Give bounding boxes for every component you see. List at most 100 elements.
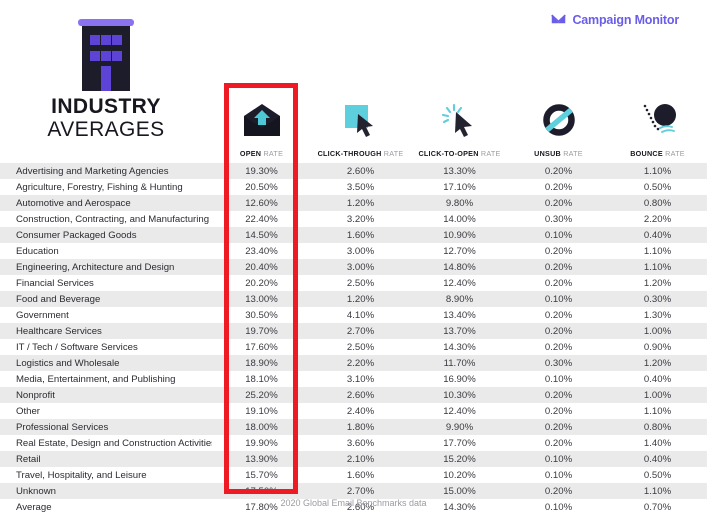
open-envelope-icon [241, 97, 283, 143]
click-through-rate-cell: 2.50% [346, 277, 375, 289]
click-to-open-rate-cell: 17.70% [443, 437, 476, 449]
table-row: Professional Services 18.00% 1.80% 9.90% 0.2… [0, 419, 707, 435]
footer-source-text: 2020 Global Email Benchmarks data [280, 498, 427, 508]
brand-name: Campaign Monitor [572, 12, 679, 27]
industry-name-cell: Financial Services [16, 277, 94, 289]
unsub-rate-cell: 0.20% [544, 389, 573, 401]
open-rate-cell: 19.70% [245, 325, 278, 337]
click-through-rate-cell: 2.70% [346, 325, 375, 337]
cursor-click-burst-icon [438, 97, 482, 143]
table-row: Consumer Packaged Goods 14.50% 1.60% 10.90%… [0, 227, 707, 243]
click-to-open-rate-cell: 13.30% [443, 165, 476, 177]
page-subtitle: AVERAGES [47, 117, 165, 141]
click-to-open-rate-cell: 14.30% [443, 341, 476, 353]
bounce-rate-cell: 0.50% [643, 469, 672, 481]
table-row: Construction, Contracting, and Manufactu… [0, 211, 707, 227]
unsub-rate-cell: 0.20% [544, 309, 573, 321]
bounce-rate-cell: 0.80% [643, 197, 672, 209]
click-to-open-rate-cell: 14.00% [443, 213, 476, 225]
table-row: Unknown 17.50% 2.70% 15.00% 0.20% 1.10% [0, 483, 707, 499]
unsub-rate-cell: 0.20% [544, 341, 573, 353]
unsub-rate-cell: 0.20% [544, 165, 573, 177]
column-header-unsub-rate: UNSUB RATE [509, 86, 608, 158]
click-to-open-rate-cell: 12.70% [443, 245, 476, 257]
bounce-rate-cell: 1.20% [643, 277, 672, 289]
open-rate-cell: 20.40% [245, 261, 278, 273]
office-building-icon [78, 19, 134, 91]
industry-name-cell: Advertising and Marketing Agencies [16, 165, 169, 177]
industry-name-cell: Agriculture, Forestry, Fishing & Hunting [16, 181, 183, 193]
column-header-label-click-through-rate: CLICK-THROUGH RATE [317, 149, 404, 158]
bounce-rate-cell: 0.90% [643, 341, 672, 353]
click-to-open-rate-cell: 9.80% [445, 197, 474, 209]
bounce-rate-cell: 1.10% [643, 165, 672, 177]
click-through-rate-cell: 3.20% [346, 213, 375, 225]
industry-name-cell: Media, Entertainment, and Publishing [16, 373, 176, 385]
bounce-rate-cell: 1.00% [643, 389, 672, 401]
click-to-open-rate-cell: 12.40% [443, 277, 476, 289]
industry-name-cell: Education [16, 245, 59, 257]
unsub-rate-cell: 0.20% [544, 485, 573, 497]
click-through-rate-cell: 1.60% [346, 229, 375, 241]
unsub-rate-cell: 0.20% [544, 261, 573, 273]
industry-name-cell: Unknown [16, 485, 56, 497]
table-row: Food and Beverage 13.00% 1.20% 8.90% 0.10% 0.… [0, 291, 707, 307]
table-row: IT / Tech / Software Services 17.60% 2.50%… [0, 339, 707, 355]
column-header-label-unsub-rate: UNSUB RATE [534, 149, 583, 158]
table-row: Retail 13.90% 2.10% 15.20% 0.10% 0.40% [0, 451, 707, 467]
bounce-rate-cell: 0.40% [643, 229, 672, 241]
click-to-open-rate-cell: 16.90% [443, 373, 476, 385]
open-rate-cell: 30.50% [245, 309, 278, 321]
industry-name-cell: Professional Services [16, 421, 109, 433]
open-rate-cell: 23.40% [245, 245, 278, 257]
unsub-rate-cell: 0.20% [544, 405, 573, 417]
unsub-rate-cell: 0.10% [544, 453, 573, 465]
bounce-rate-cell: 1.10% [643, 405, 672, 417]
bounce-rate-cell: 1.00% [643, 325, 672, 337]
unsub-rate-cell: 0.10% [544, 229, 573, 241]
click-through-rate-cell: 2.40% [346, 405, 375, 417]
bounce-rate-cell: 0.80% [643, 421, 672, 433]
click-to-open-rate-cell: 14.80% [443, 261, 476, 273]
open-rate-cell: 17.50% [245, 485, 278, 497]
click-to-open-rate-cell: 9.90% [445, 421, 474, 433]
unsub-rate-cell: 0.10% [544, 373, 573, 385]
table-row: Real Estate, Design and Construction Act… [0, 435, 707, 451]
click-through-rate-cell: 2.10% [346, 453, 375, 465]
click-through-rate-cell: 3.00% [346, 245, 375, 257]
table-row: Advertising and Marketing Agencies 19.30%… [0, 163, 707, 179]
unsub-rate-cell: 0.20% [544, 325, 573, 337]
column-header-bounce-rate: BOUNCE RATE [608, 86, 707, 158]
click-through-rate-cell: 3.60% [346, 437, 375, 449]
open-rate-cell: 18.00% [245, 421, 278, 433]
click-to-open-rate-cell: 13.70% [443, 325, 476, 337]
click-through-rate-cell: 2.20% [346, 357, 375, 369]
industry-name-cell: Engineering, Architecture and Design [16, 261, 175, 273]
click-through-rate-cell: 1.80% [346, 421, 375, 433]
click-to-open-rate-cell: 12.40% [443, 405, 476, 417]
unsub-rate-cell: 0.10% [544, 469, 573, 481]
column-header-label-click-to-open-rate: CLICK-TO-OPEN RATE [418, 149, 501, 158]
click-through-rate-cell: 2.70% [346, 485, 375, 497]
click-to-open-rate-cell: 8.90% [445, 293, 474, 305]
click-to-open-rate-cell: 15.20% [443, 453, 476, 465]
no-entry-circle-icon [540, 97, 578, 143]
bounce-rate-cell: 0.50% [643, 181, 672, 193]
table-row: Other 19.10% 2.40% 12.40% 0.20% 1.10% [0, 403, 707, 419]
page-title: INDUSTRY [51, 95, 161, 118]
bounce-rate-cell: 1.10% [643, 261, 672, 273]
campaign-monitor-logo: Campaign Monitor [551, 12, 679, 27]
open-rate-cell: 12.60% [245, 197, 278, 209]
unsub-rate-cell: 0.30% [544, 213, 573, 225]
unsub-rate-cell: 0.30% [544, 357, 573, 369]
industry-name-cell: Other [16, 405, 40, 417]
industry-name-cell: IT / Tech / Software Services [16, 341, 138, 353]
bouncing-ball-icon [636, 97, 680, 143]
open-rate-cell: 25.20% [245, 389, 278, 401]
bounce-rate-cell: 1.10% [643, 485, 672, 497]
table-row: Financial Services 20.20% 2.50% 12.40% 0.20%… [0, 275, 707, 291]
bounce-rate-cell: 1.10% [643, 245, 672, 257]
table-row: Engineering, Architecture and Design 20.4… [0, 259, 707, 275]
table-row: Healthcare Services 19.70% 2.70% 13.70% 0.20… [0, 323, 707, 339]
click-to-open-rate-cell: 11.70% [443, 357, 476, 369]
